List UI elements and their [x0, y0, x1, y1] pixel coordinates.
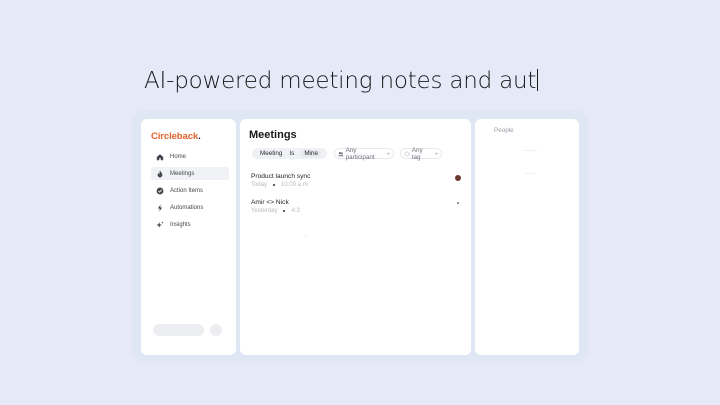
sidebar-item-label: Insights — [170, 221, 191, 228]
user-menu-placeholder[interactable] — [153, 324, 204, 336]
meeting-title: Product launch sync — [251, 173, 311, 180]
tag-filter-label: Any tag — [411, 146, 423, 161]
sidebar-item-home[interactable]: Home — [151, 150, 229, 163]
filter-value[interactable]: Mine — [301, 150, 321, 157]
sidebar-item-label: Automations — [170, 204, 204, 211]
participant-filter[interactable]: Any participant — [334, 146, 394, 161]
sidebar-item-label: Meetings — [170, 170, 195, 177]
tag-icon — [404, 151, 410, 156]
divider — [523, 150, 537, 151]
filter-operator: Is — [289, 150, 295, 157]
meeting-date: Yesterday — [251, 208, 278, 214]
people-icon — [338, 151, 344, 156]
list-item[interactable]: Product launch sync Today 10:00 a.m — [251, 173, 461, 195]
separator-dot — [273, 184, 276, 186]
sparkle-icon — [155, 220, 164, 229]
meeting-meta: Today 10:00 a.m — [251, 182, 308, 188]
text-cursor — [537, 69, 539, 91]
meeting-time: 4:3 — [291, 208, 300, 214]
flame-icon — [155, 169, 164, 178]
list-item[interactable]: Amir <> Nick Yesterday 4:3 — [251, 199, 461, 221]
home-icon — [155, 152, 164, 161]
meeting-date: Today — [251, 182, 268, 188]
people-title: People — [494, 127, 514, 134]
sidebar-item-automations[interactable]: Automations — [151, 201, 229, 214]
brand-logo[interactable]: Circleback. — [151, 131, 201, 142]
sidebar: Circleback. Home Meetings Action Items A… — [141, 119, 236, 355]
avatar — [455, 175, 461, 181]
page-title: Meetings — [249, 129, 297, 141]
chevron-down-icon — [387, 152, 391, 155]
filter-field: Meeting — [260, 150, 283, 157]
settings-placeholder[interactable] — [210, 324, 222, 336]
separator-dot — [283, 210, 286, 212]
sidebar-item-meetings[interactable]: Meetings — [151, 167, 229, 180]
bolt-icon — [155, 203, 164, 212]
chevron-down-icon — [434, 152, 439, 155]
sidebar-item-insights[interactable]: Insights — [151, 218, 229, 231]
meeting-meta: Yesterday 4:3 — [251, 208, 300, 214]
meeting-filter[interactable]: Meeting Is Mine — [252, 148, 327, 159]
hero-headline: AI-powered meeting notes and aut — [144, 68, 539, 94]
meetings-panel: Meetings Meeting Is Mine Any participant… — [240, 119, 471, 355]
tag-filter[interactable]: Any tag — [400, 146, 442, 161]
loading-dot — [305, 235, 306, 236]
check-circle-icon — [155, 186, 164, 195]
sidebar-item-label: Action Items — [170, 187, 204, 194]
more-icon[interactable] — [457, 202, 459, 204]
sidebar-item-action-items[interactable]: Action Items — [151, 184, 229, 197]
divider — [525, 173, 535, 174]
meeting-title: Amir <> Nick — [251, 199, 289, 206]
people-panel: People — [475, 119, 579, 355]
participant-filter-label: Any participant — [345, 146, 375, 161]
meeting-time: 10:00 a.m — [281, 182, 308, 188]
sidebar-item-label: Home — [170, 153, 187, 160]
